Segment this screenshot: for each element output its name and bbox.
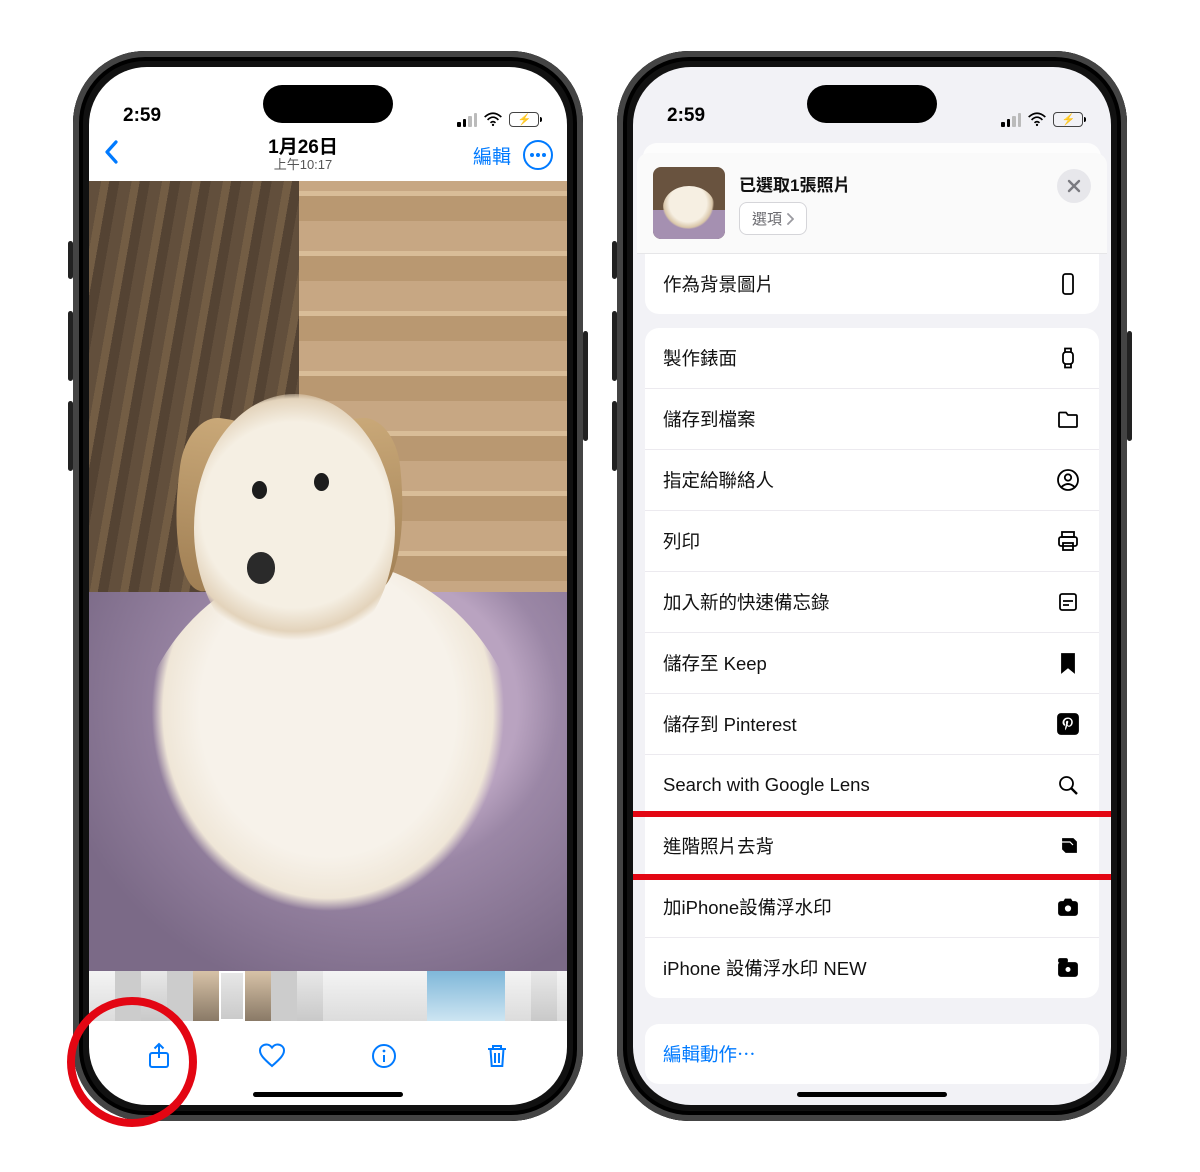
action-use-as-wallpaper[interactable]: 作為背景圖片 xyxy=(645,254,1099,314)
edit-button[interactable]: 編輯 xyxy=(473,142,511,169)
action-row[interactable]: 儲存到 Pinterest xyxy=(645,693,1099,754)
thumbnail-strip[interactable] xyxy=(89,971,567,1021)
chevron-right-icon xyxy=(786,213,794,225)
phone-outline-icon xyxy=(1055,271,1081,297)
action-label: iPhone 設備浮水印 NEW xyxy=(663,955,1055,981)
action-label: 列印 xyxy=(663,528,1055,554)
action-label: 儲存至 Keep xyxy=(663,650,1055,676)
action-label: 加入新的快速備忘錄 xyxy=(663,589,1055,615)
camera-icon xyxy=(1055,894,1081,920)
home-indicator[interactable] xyxy=(797,1092,947,1097)
battery-icon: ⚡ xyxy=(509,112,539,127)
action-label: 儲存到檔案 xyxy=(663,406,1055,432)
action-label: 進階照片去背 xyxy=(663,833,1055,859)
action-group-edit: 編輯動作⋯ xyxy=(645,1024,1099,1084)
action-label: 指定給聯絡人 xyxy=(663,467,1055,493)
watch-icon xyxy=(1055,345,1081,371)
photo-nav-bar: 1月26日 上午10:17 編輯 xyxy=(89,129,567,181)
action-row[interactable]: 加入新的快速備忘錄 xyxy=(645,571,1099,632)
delete-button[interactable] xyxy=(473,1036,521,1076)
stack-icon xyxy=(1055,833,1081,859)
share-sheet-header: 已選取1張照片 選項 xyxy=(637,153,1107,254)
pinterest-icon xyxy=(1055,711,1081,737)
action-group-main: 製作錶面儲存到檔案指定給聯絡人列印加入新的快速備忘錄儲存至 Keep 儲存到 Pi… xyxy=(645,328,1099,998)
photo-time: 上午10:17 xyxy=(133,158,473,173)
battery-icon: ⚡ xyxy=(1053,112,1083,127)
dynamic-island xyxy=(263,85,393,123)
share-options-button[interactable]: 選項 xyxy=(739,202,807,235)
phone-right: 2:59 ⚡ 已選取1張照片 xyxy=(617,51,1127,1121)
photo-viewer[interactable] xyxy=(89,181,567,971)
action-row[interactable]: 加iPhone設備浮水印 xyxy=(645,876,1099,937)
home-indicator[interactable] xyxy=(253,1092,403,1097)
cellular-signal-icon xyxy=(457,113,477,127)
action-label: 儲存到 Pinterest xyxy=(663,711,1055,737)
more-menu-button[interactable] xyxy=(523,140,553,170)
back-button[interactable] xyxy=(103,139,133,172)
wifi-icon xyxy=(1027,112,1047,127)
wifi-icon xyxy=(483,112,503,127)
action-label: 製作錶面 xyxy=(663,345,1055,371)
action-label: Search with Google Lens xyxy=(663,774,1055,796)
share-actions-scroll[interactable]: 作為背景圖片 製作錶面儲存到檔案指定給聯絡人列印加入新的快速備忘錄儲存至 Kee… xyxy=(633,254,1111,1084)
action-row[interactable]: 儲存到檔案 xyxy=(645,388,1099,449)
printer-icon xyxy=(1055,528,1081,554)
share-options-label: 選項 xyxy=(752,208,782,229)
phone-left: 2:59 ⚡ 1月26日 上午10:17 編輯 xyxy=(73,51,583,1121)
edit-actions-button[interactable]: 編輯動作⋯ xyxy=(645,1024,1099,1084)
cellular-signal-icon xyxy=(1001,113,1021,127)
bookmark-icon xyxy=(1055,650,1081,676)
action-group-top: 作為背景圖片 xyxy=(645,254,1099,314)
note-icon xyxy=(1055,589,1081,615)
person-circle-icon xyxy=(1055,467,1081,493)
action-label: 加iPhone設備浮水印 xyxy=(663,894,1055,920)
share-button[interactable] xyxy=(135,1036,183,1076)
share-thumbnail xyxy=(653,167,725,239)
camera-badge-icon xyxy=(1055,955,1081,981)
action-row[interactable]: 儲存至 Keep xyxy=(645,632,1099,693)
photo-toolbar xyxy=(89,1021,567,1091)
close-button[interactable] xyxy=(1057,169,1091,203)
photo-date: 1月26日 xyxy=(133,137,473,159)
action-row[interactable]: 指定給聯絡人 xyxy=(645,449,1099,510)
status-time: 2:59 xyxy=(123,105,213,127)
folder-icon xyxy=(1055,406,1081,432)
action-row[interactable]: iPhone 設備浮水印 NEW xyxy=(645,937,1099,998)
dynamic-island xyxy=(807,85,937,123)
share-sheet-title: 已選取1張照片 xyxy=(739,171,1091,196)
action-row[interactable]: 進階照片去背 xyxy=(645,815,1099,876)
favorite-button[interactable] xyxy=(248,1036,296,1076)
magnify-icon xyxy=(1055,772,1081,798)
action-row[interactable]: 列印 xyxy=(645,510,1099,571)
action-row[interactable]: Search with Google Lens xyxy=(645,754,1099,815)
status-time: 2:59 xyxy=(667,105,757,127)
info-button[interactable] xyxy=(360,1036,408,1076)
action-row[interactable]: 製作錶面 xyxy=(645,328,1099,388)
